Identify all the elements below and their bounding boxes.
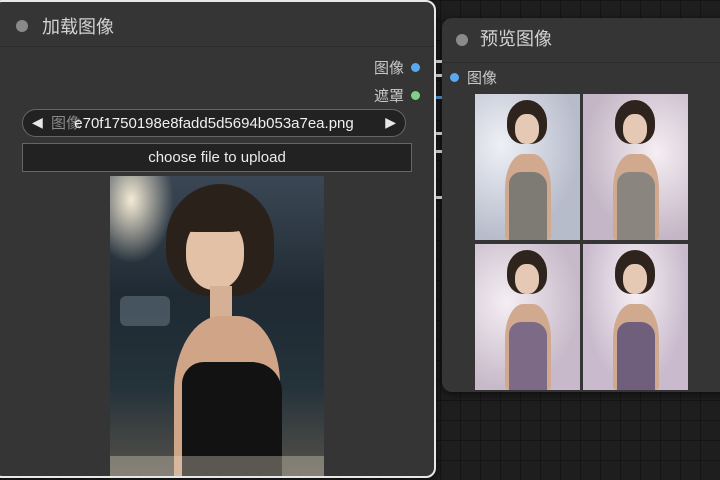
- preview-thumbnail-2[interactable]: [583, 94, 688, 240]
- preview-image-node[interactable]: 预览图像 图像: [442, 18, 720, 392]
- node-title: 预览图像: [480, 29, 552, 50]
- upload-button[interactable]: choose file to upload: [22, 143, 412, 172]
- output-label-image: 图像: [373, 59, 404, 77]
- next-arrow-icon[interactable]: ▶: [385, 114, 396, 132]
- node-header[interactable]: 预览图像: [442, 18, 720, 63]
- loaded-image-preview: [110, 176, 324, 476]
- prev-arrow-icon[interactable]: ◀: [32, 114, 43, 132]
- collapse-dot-icon[interactable]: [16, 20, 28, 32]
- collapse-dot-icon[interactable]: [456, 34, 468, 46]
- combo-value: e70f1750198e8fadd5d5694b053a7ea.png: [74, 115, 354, 132]
- input-label-image: 图像: [467, 69, 498, 87]
- node-title: 加载图像: [42, 17, 114, 38]
- input-slot-image-icon[interactable]: [450, 73, 459, 82]
- output-slot-mask-icon[interactable]: [411, 91, 420, 100]
- preview-thumbnail-4[interactable]: [583, 244, 688, 390]
- output-slot-image-icon[interactable]: [411, 63, 420, 72]
- image-combo-widget[interactable]: ◀ 图像 e70f1750198e8fadd5d5694b053a7ea.png…: [22, 109, 406, 137]
- preview-thumbnail-3[interactable]: [475, 244, 580, 390]
- output-label-mask: 遮罩: [373, 87, 404, 105]
- preview-thumbnail-1[interactable]: [475, 94, 580, 240]
- load-image-node[interactable]: 加载图像 图像 遮罩 ◀ 图像 e70f1750198e8fadd5d5694b…: [0, 0, 436, 478]
- node-header[interactable]: 加载图像: [0, 2, 434, 47]
